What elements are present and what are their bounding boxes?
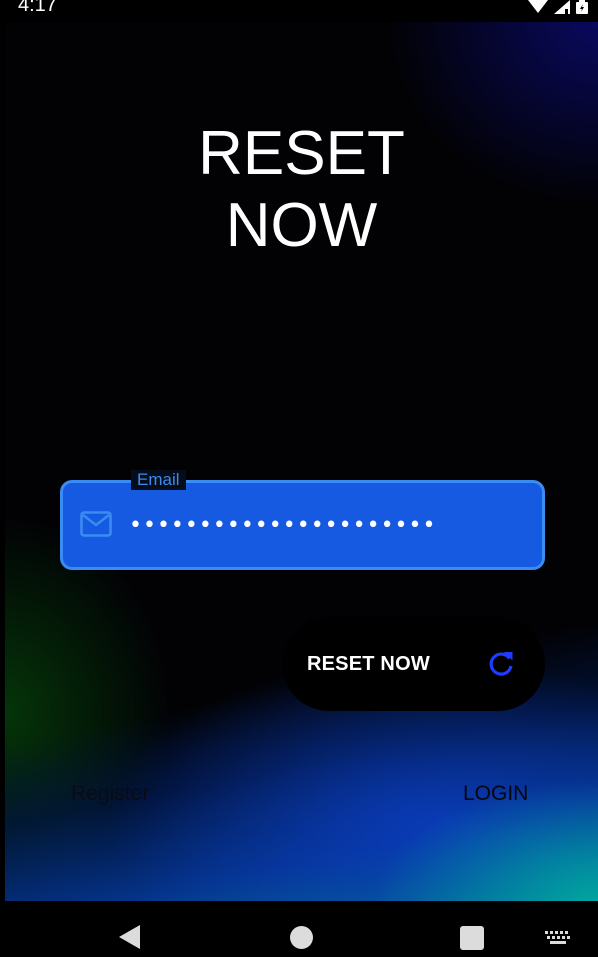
- email-field[interactable]: Email: [60, 470, 545, 570]
- signal-icon: [554, 0, 570, 14]
- reset-now-button[interactable]: RESET NOW: [282, 617, 545, 711]
- keyboard-icon[interactable]: [545, 931, 571, 945]
- status-icons: [528, 0, 588, 14]
- refresh-icon: [489, 652, 513, 676]
- login-link[interactable]: LOGIN: [463, 782, 528, 806]
- reset-now-label: RESET NOW: [307, 653, 430, 675]
- status-bar: 4:17: [0, 0, 598, 22]
- page-title: RESET NOW: [5, 118, 598, 262]
- mail-icon: [80, 511, 112, 537]
- status-time: 4:17: [18, 0, 57, 16]
- email-label: Email: [131, 470, 186, 490]
- page-title-line-2: NOW: [225, 191, 378, 260]
- battery-icon: [576, 0, 588, 14]
- email-input[interactable]: [129, 505, 524, 545]
- app-screen: RESET NOW Email RESET NOW Register LOGIN: [5, 22, 598, 901]
- recents-icon[interactable]: [460, 926, 484, 950]
- home-icon[interactable]: [290, 926, 313, 949]
- register-link[interactable]: Register: [71, 782, 149, 806]
- back-icon[interactable]: [118, 924, 142, 950]
- wifi-icon: [528, 0, 548, 13]
- navigation-bar: [0, 901, 598, 957]
- page-title-line-1: RESET: [198, 119, 405, 188]
